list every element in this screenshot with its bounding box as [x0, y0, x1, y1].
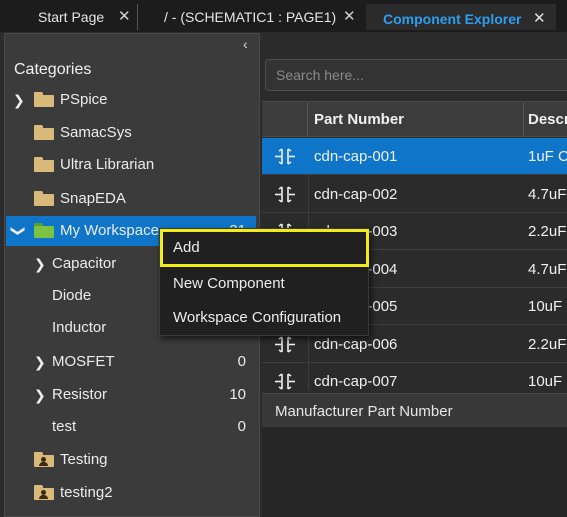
tree-item-label: My Workspace	[60, 222, 159, 239]
tab-schematic[interactable]: / - (SCHEMATIC1 : PAGE1) ✕	[137, 4, 365, 30]
tree-item-label: Inductor	[52, 319, 107, 336]
column-header-description[interactable]: Descr	[528, 111, 567, 128]
description-cell: 10uF C	[528, 298, 567, 315]
column-header-icon[interactable]	[262, 102, 308, 136]
tree-item-label: PSpice	[60, 91, 108, 108]
tree-item-label: MOSFET	[52, 353, 115, 370]
tree-item-snapeda[interactable]: SnapEDA	[6, 184, 256, 214]
menu-item-label: New Component	[173, 275, 285, 292]
search-box	[265, 59, 567, 91]
tree-item-pspice[interactable]: ❯ PSpice	[6, 85, 256, 115]
menu-item-label: Workspace Configuration	[173, 309, 342, 326]
folder-icon	[34, 92, 54, 107]
part-number-cell: cdn-cap-007	[314, 373, 398, 390]
manufacturer-part-number-label: Manufacturer Part Number	[275, 403, 453, 420]
folder-icon	[34, 191, 54, 206]
tab-label: Component Explorer	[383, 11, 522, 27]
tree-item-testing[interactable]: Testing	[6, 445, 256, 475]
capacitor-symbol-icon	[274, 138, 296, 175]
column-header-part-number[interactable]: Part Number	[309, 102, 524, 136]
context-menu: Add New Component Workspace Configuratio…	[159, 228, 369, 336]
tab-start-page[interactable]: Start Page ✕	[0, 4, 136, 30]
description-cell: 1uF C	[528, 148, 567, 165]
grid-header: Part Number Descr	[262, 101, 567, 137]
menu-item-workspace-configuration[interactable]: Workspace Configuration	[160, 301, 368, 335]
table-row[interactable]: cdn-cap-002 4.7uF	[262, 176, 567, 213]
tree-item-resistor[interactable]: ❯ Resistor 10	[6, 380, 256, 410]
manufacturer-part-number-bar[interactable]: Manufacturer Part Number	[262, 393, 567, 427]
table-row[interactable]: cdn-cap-001 1uF C	[262, 138, 567, 175]
chevron-right-icon[interactable]: ❯	[34, 249, 46, 279]
tree-item-label: Capacitor	[52, 255, 117, 272]
part-number-cell: cdn-cap-002	[314, 185, 398, 203]
chevron-down-icon[interactable]: ❯	[4, 225, 34, 237]
tree-item-label: Ultra Librarian	[60, 156, 155, 173]
item-count: 0	[237, 353, 246, 370]
description-cell: 2.2uF	[528, 223, 567, 240]
close-icon[interactable]: ✕	[533, 6, 546, 32]
tree-item-test[interactable]: test 0	[6, 412, 256, 442]
chevron-right-icon[interactable]: ❯	[34, 347, 46, 377]
tree-item-label: SamacSys	[60, 124, 132, 141]
capacitor-symbol-icon	[274, 176, 296, 213]
column-header-label: Part Number	[314, 111, 405, 128]
tree-item-label: Testing	[60, 451, 108, 468]
open-folder-icon	[34, 223, 54, 238]
tree-item-label: Diode	[52, 287, 92, 304]
tree-item-label: testing2	[60, 484, 113, 501]
details-area	[262, 427, 567, 517]
tree-item-ultra-librarian[interactable]: Ultra Librarian	[6, 150, 256, 180]
description-cell: 4.7uF	[528, 185, 567, 203]
menu-item-label: Add	[173, 239, 200, 256]
tab-label: / - (SCHEMATIC1 : PAGE1)	[164, 9, 337, 25]
folder-icon	[34, 157, 54, 172]
chevron-right-icon[interactable]: ❯	[34, 380, 46, 410]
chevron-right-icon[interactable]: ❯	[13, 85, 25, 115]
search-input[interactable]	[266, 60, 567, 90]
tab-component-explorer[interactable]: Component Explorer ✕	[366, 4, 556, 30]
tree-item-testing2[interactable]: testing2	[6, 478, 256, 508]
description-cell: 10uF p	[528, 373, 567, 390]
tree-item-samacsys[interactable]: SamacSys	[6, 118, 256, 148]
user-folder-icon	[34, 452, 54, 467]
tree-item-label: test	[52, 418, 77, 435]
tree-item-label: Resistor	[52, 386, 108, 403]
tab-bar: Start Page ✕ / - (SCHEMATIC1 : PAGE1) ✕ …	[0, 0, 567, 32]
collapse-panel-icon[interactable]: ‹	[243, 36, 248, 52]
tree-item-label: SnapEDA	[60, 190, 126, 207]
table-row[interactable]: cdn-cap-007 10uF p	[262, 363, 567, 390]
menu-item-new-component[interactable]: New Component	[160, 267, 368, 301]
item-count: 0	[237, 418, 246, 435]
tree-item-mosfet[interactable]: ❯ MOSFET 0	[6, 347, 256, 377]
close-icon[interactable]: ✕	[343, 4, 356, 30]
menu-item-add[interactable]: Add	[160, 229, 369, 267]
description-cell: 2.2uF	[528, 335, 567, 353]
description-cell: 4.7uF	[528, 260, 567, 278]
folder-icon	[34, 125, 54, 140]
tab-label: Start Page	[38, 9, 105, 25]
close-icon[interactable]: ✕	[118, 4, 131, 30]
capacitor-symbol-icon	[274, 363, 296, 390]
categories-title: Categories	[14, 61, 92, 78]
item-count: 10	[229, 386, 246, 403]
user-folder-icon	[34, 485, 54, 500]
part-number-cell: cdn-cap-001	[314, 148, 398, 165]
